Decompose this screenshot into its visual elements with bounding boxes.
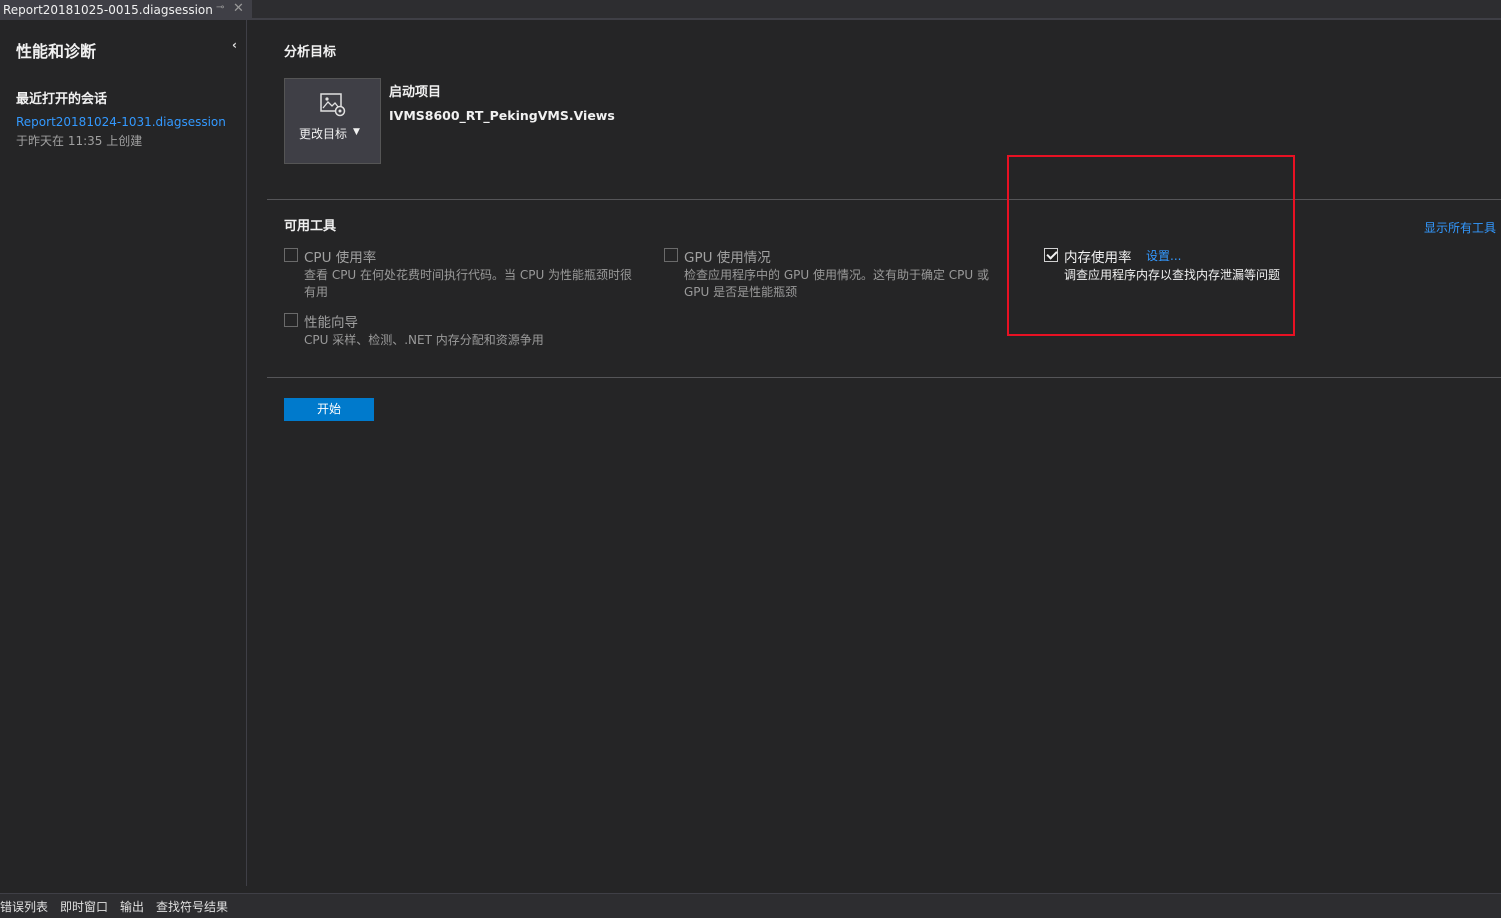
tool-name: 性能向导 [304, 315, 358, 331]
available-tools-heading: 可用工具 [284, 219, 337, 234]
bottom-tool-tabs: 错误列表 即时窗口 输出 查找符号结果 [0, 893, 1501, 918]
chevron-down-icon: ▼ [353, 127, 360, 137]
pin-icon[interactable]: ⊸ [216, 2, 224, 13]
document-tab[interactable]: Report20181025-0015.diagsession ⊸ ✕ [0, 0, 252, 19]
main-panel: 分析目标 更改目标 ▼ 启动项目 IVMS8600_RT_PekingVMS.V… [248, 20, 1501, 886]
tool-description-line: CPU 采样、检测、.NET 内存分配和资源争用 [304, 333, 544, 347]
startup-project-heading: 启动项目 [389, 85, 442, 100]
tab-immediate-window[interactable]: 即时窗口 [60, 898, 108, 915]
change-target-label: 更改目标 [299, 127, 348, 141]
recent-sessions-heading: 最近打开的会话 [16, 92, 108, 107]
close-icon[interactable]: ✕ [233, 1, 244, 16]
performance-wizard-checkbox[interactable] [284, 313, 298, 327]
analysis-target-heading: 分析目标 [284, 45, 337, 60]
tool-description: 检查应用程序中的 GPU 使用情况。这有助于确定 CPU 或 GPU 是否是性能… [684, 267, 1004, 301]
annotation-highlight-box [1007, 155, 1295, 336]
cpu-usage-checkbox[interactable] [284, 248, 298, 262]
tool-description: CPU 采样、检测、.NET 内存分配和资源争用 [304, 332, 649, 349]
divider [267, 377, 1501, 378]
sidebar-title: 性能和诊断 [16, 42, 97, 61]
tab-error-list[interactable]: 错误列表 [0, 898, 48, 915]
target-settings-icon [320, 93, 346, 117]
document-tab-strip: Report20181025-0015.diagsession ⊸ ✕ [0, 0, 1501, 20]
start-button[interactable]: 开始 [284, 398, 374, 421]
document-tab-title: Report20181025-0015.diagsession [3, 2, 213, 17]
gpu-usage-checkbox[interactable] [664, 248, 678, 262]
tab-output[interactable]: 输出 [120, 898, 144, 915]
tool-name: CPU 使用率 [304, 250, 377, 266]
tool-description-line: 查看 CPU 在何处花费时间执行代码。当 CPU 为性能瓶颈时很 [304, 268, 633, 282]
tool-description-line: 有用 [304, 285, 329, 299]
collapse-sidebar-icon[interactable]: ‹ [232, 38, 237, 52]
tool-description: 查看 CPU 在何处花费时间执行代码。当 CPU 为性能瓶颈时很 有用 [304, 267, 649, 301]
tab-find-symbol-results[interactable]: 查找符号结果 [156, 898, 228, 915]
tool-name: GPU 使用情况 [684, 250, 771, 266]
startup-project-name: IVMS8600_RT_PekingVMS.Views [389, 108, 615, 123]
tool-description-line: GPU 是否是性能瓶颈 [684, 285, 798, 299]
sidebar: 性能和诊断 ‹ 最近打开的会话 Report20181024-1031.diag… [0, 20, 247, 886]
recent-session-link[interactable]: Report20181024-1031.diagsession [16, 115, 226, 129]
recent-session-created: 于昨天在 11:35 上创建 [16, 134, 143, 148]
tool-description-line: 检查应用程序中的 GPU 使用情况。这有助于确定 CPU 或 [684, 268, 989, 282]
divider [267, 199, 1501, 200]
show-all-tools-link[interactable]: 显示所有工具 [1424, 219, 1496, 236]
change-target-button[interactable]: 更改目标 ▼ [284, 78, 381, 164]
